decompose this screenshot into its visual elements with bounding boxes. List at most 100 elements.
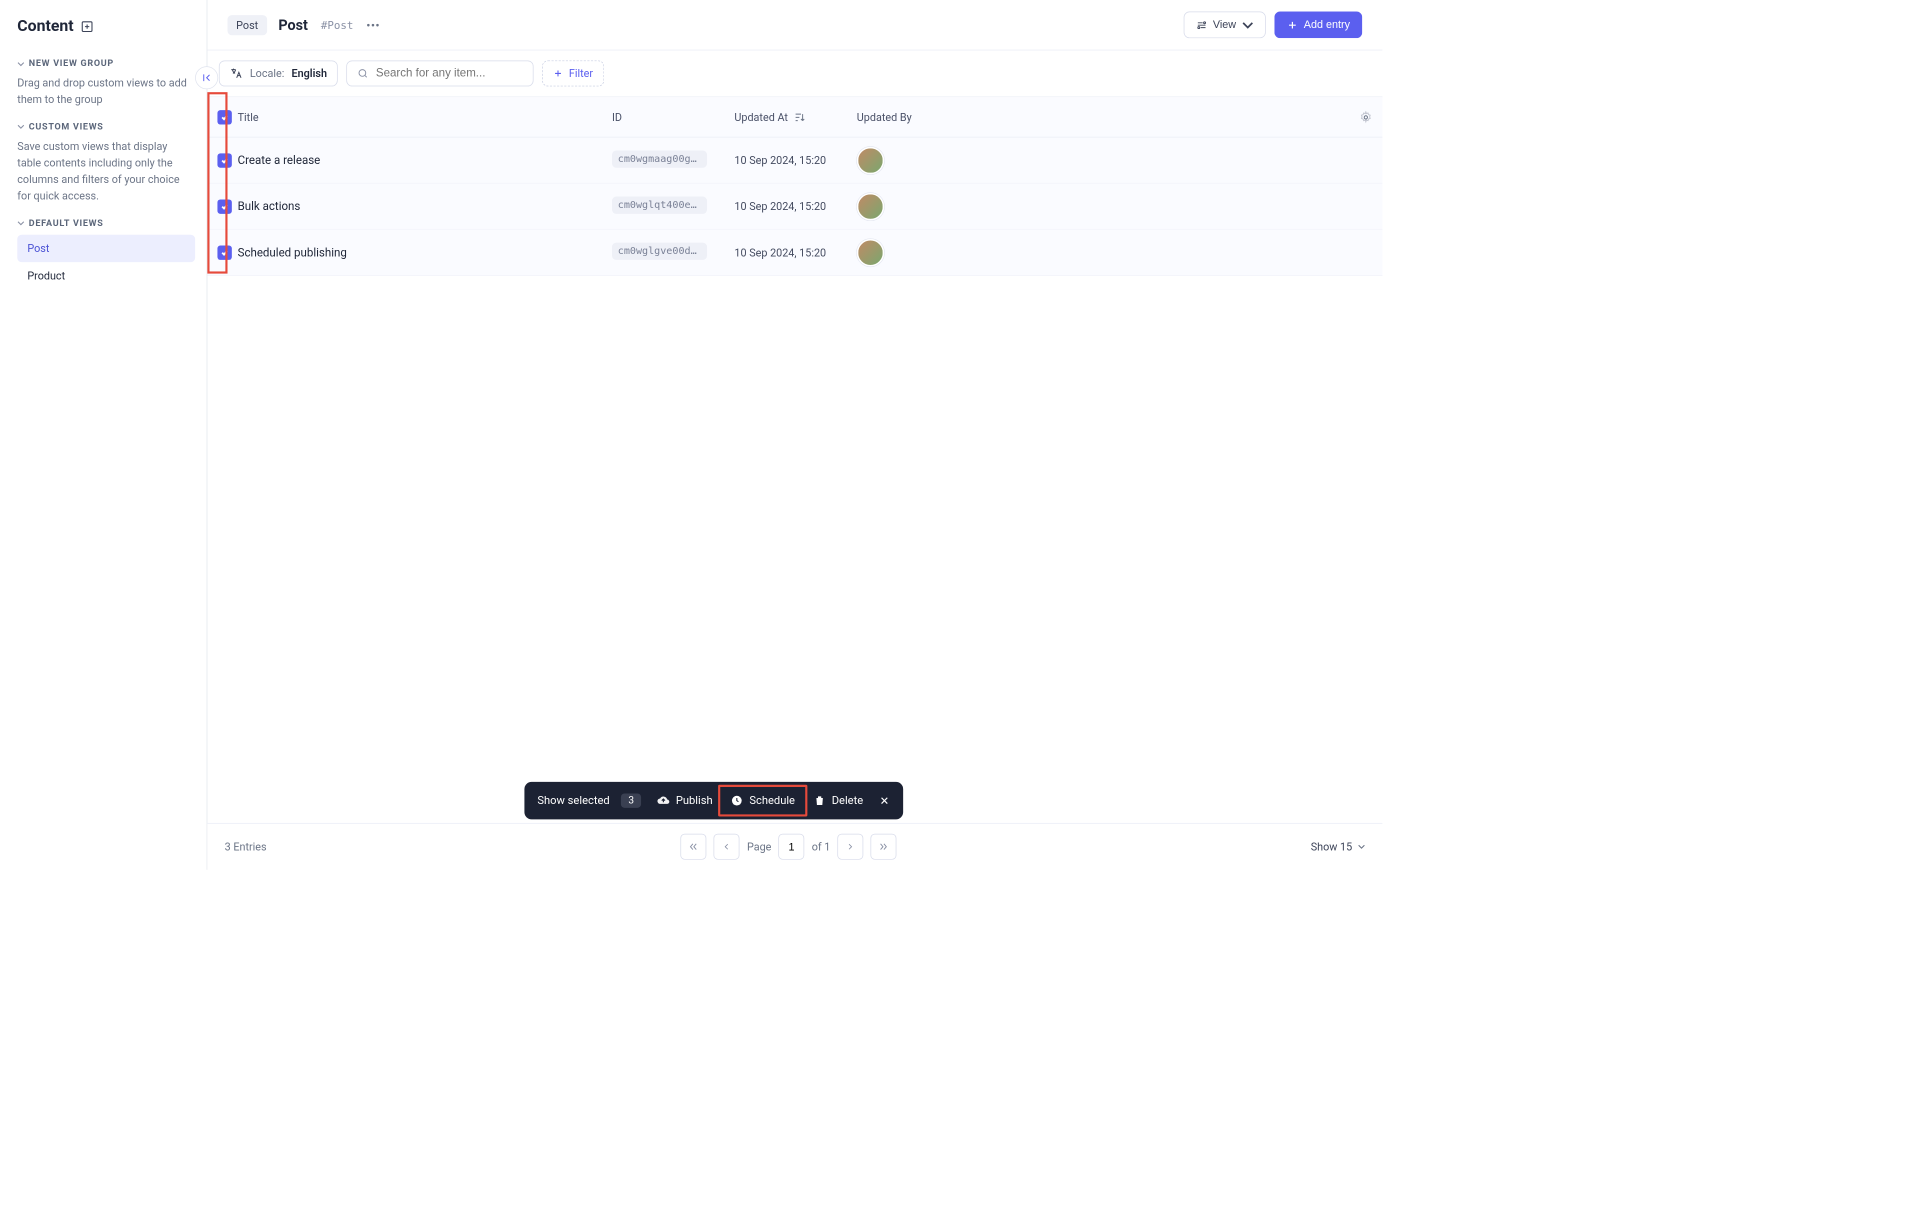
table-row[interactable]: Bulk actions cm0wglqt400ec0… 10 Sep 2024… [207,184,1382,230]
bulk-publish-button[interactable]: Publish [657,794,713,807]
page-next-button[interactable] [838,834,864,860]
select-all-checkbox[interactable] [217,110,237,124]
add-view-icon[interactable] [81,20,94,33]
bulk-close-button[interactable] [879,795,891,807]
caret-down-icon [17,220,24,227]
row-checkbox[interactable] [217,199,237,213]
avatar [857,193,884,220]
chevron-right-icon [845,842,855,852]
sort-desc-icon [794,111,807,124]
row-title: Bulk actions [238,199,612,213]
show-selected-button[interactable]: Show selected 3 [537,793,641,807]
add-entry-button[interactable]: Add entry [1274,12,1362,39]
row-updated-at: 10 Sep 2024, 15:20 [734,246,856,259]
row-checkbox[interactable] [217,153,237,167]
add-entry-label: Add entry [1304,19,1350,31]
clock-icon [731,794,744,807]
group-label: CUSTOM VIEWS [29,121,104,132]
bulk-schedule-button[interactable]: Schedule [718,785,807,817]
page-input[interactable] [779,834,805,860]
view-button[interactable]: View [1183,12,1265,39]
row-title: Scheduled publishing [238,246,612,260]
page-last-button[interactable] [871,834,897,860]
filter-button-label: Filter [569,67,593,80]
row-id: cm0wglgve00di0… [612,242,734,262]
topbar: Post Post #Post ••• View Add entry [207,0,1382,50]
caret-down-icon [17,60,24,67]
page-of-label: of 1 [812,840,831,853]
locale-value: English [292,67,327,80]
caret-down-icon [1358,843,1365,850]
group-desc-custom: Save custom views that display table con… [17,138,195,205]
plus-icon [1286,19,1298,31]
page-hash: #Post [321,18,354,31]
row-updated-by [857,239,1338,266]
group-header-default[interactable]: DEFAULT VIEWS [17,218,195,229]
entries-count: 3 Entries [225,840,267,853]
table-row[interactable]: Create a release cm0wgmaag00g30… 10 Sep … [207,138,1382,184]
sidebar-title: Content [17,17,73,35]
sidebar: Content NEW VIEW GROUP Drag and drop cus… [0,0,207,870]
col-updated-by[interactable]: Updated By [857,111,1338,124]
breadcrumb-pill[interactable]: Post [228,15,267,35]
avatar [857,147,884,174]
page-first-button[interactable] [681,834,707,860]
translate-icon [230,67,243,80]
page-label: Page [747,840,771,853]
page-prev-button[interactable] [714,834,740,860]
trash-icon [813,794,826,807]
caret-down-icon [17,123,24,130]
col-title[interactable]: Title [238,111,612,124]
group-header-custom[interactable]: CUSTOM VIEWS [17,121,195,132]
view-button-label: View [1213,19,1236,31]
sliders-icon [1196,19,1208,31]
chevron-left-icon [722,842,732,852]
chevrons-left-icon [688,841,700,853]
collapse-sidebar-button[interactable] [195,66,218,89]
table-header: Title ID Updated At Updated By [207,97,1382,137]
row-id: cm0wglqt400ec0… [612,196,734,216]
search-icon [357,67,368,80]
sidebar-header: Content [17,17,195,35]
entries-table: Title ID Updated At Updated By Create a … [207,96,1382,275]
bulk-delete-button[interactable]: Delete [813,794,863,807]
table-row[interactable]: Scheduled publishing cm0wglgve00di0… 10 … [207,230,1382,276]
group-desc-new: Drag and drop custom views to add them t… [17,75,195,108]
row-updated-by [857,147,1338,174]
bulk-action-bar: Show selected 3 Publish Schedule Delete [524,782,903,819]
row-id: cm0wgmaag00g30… [612,150,734,170]
more-actions-button[interactable]: ••• [366,18,380,31]
cloud-upload-icon [657,794,670,807]
plus-icon [553,68,563,78]
chevron-down-icon [1242,19,1254,31]
row-updated-at: 10 Sep 2024, 15:20 [734,154,856,167]
table-settings-button[interactable] [1338,111,1373,124]
close-icon [879,795,891,807]
col-updated-at[interactable]: Updated At [734,111,856,124]
gear-icon [1359,111,1372,124]
default-views-list: Post Product [17,234,195,289]
group-label: DEFAULT VIEWS [29,218,104,229]
row-checkbox[interactable] [217,245,237,259]
page-size-select[interactable]: Show 15 [1311,840,1365,853]
page-title: Post [278,16,308,33]
sidebar-item-post[interactable]: Post [17,234,195,261]
search-input[interactable] [376,67,523,80]
locale-label: Locale: [250,67,284,80]
chevrons-right-icon [878,841,890,853]
avatar [857,239,884,266]
search-box[interactable] [346,60,533,86]
filter-row: Locale: English Filter [207,50,1382,96]
group-header-new[interactable]: NEW VIEW GROUP [17,58,195,69]
add-filter-button[interactable]: Filter [542,60,604,86]
sidebar-item-product[interactable]: Product [17,262,195,289]
row-updated-at: 10 Sep 2024, 15:20 [734,200,856,213]
col-id[interactable]: ID [612,111,734,124]
row-updated-by [857,193,1338,220]
row-title: Create a release [238,153,612,167]
pagination-footer: 3 Entries Page of 1 Show 15 [207,823,1382,870]
collapse-icon [201,72,213,84]
selected-count: 3 [621,793,641,807]
locale-selector[interactable]: Locale: English [219,60,338,86]
group-label: NEW VIEW GROUP [29,58,114,69]
